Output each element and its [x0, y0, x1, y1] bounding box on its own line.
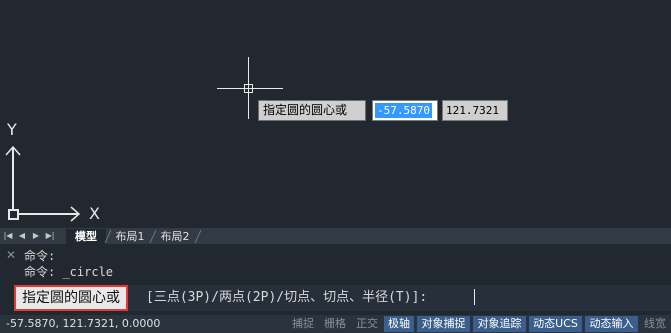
tab-separator-icon	[149, 230, 157, 243]
tab-layout1[interactable]: 布局1	[112, 229, 148, 244]
grid-toggle[interactable]: 栅格	[321, 316, 349, 332]
polar-toggle[interactable]: 极轴	[384, 316, 414, 332]
tab-model[interactable]: 模型	[66, 229, 106, 244]
dynamic-input-x-value: -57.5870	[375, 103, 432, 118]
text-cursor	[474, 289, 475, 305]
ortho-toggle[interactable]: 正交	[353, 316, 381, 332]
ucs-y-label: Y	[7, 120, 17, 139]
ucs-x-axis	[18, 213, 78, 215]
drawing-canvas[interactable]: 指定圆的圆心或 -57.5870 121.7321 Y X	[0, 0, 671, 228]
dynamic-input-toggle[interactable]: 动态输入	[585, 316, 638, 332]
command-history-line: 命令:	[24, 249, 56, 263]
dynamic-input-y-field[interactable]: 121.7321	[442, 100, 508, 121]
crosshair-pickbox	[244, 84, 253, 93]
tab-layout2[interactable]: 布局2	[157, 229, 193, 244]
ucs-y-arrow-icon	[5, 146, 21, 156]
lineweight-toggle[interactable]: 线宽	[641, 316, 669, 332]
otrack-toggle[interactable]: 对象追踪	[473, 316, 526, 332]
ucs-x-arrow-icon	[70, 206, 80, 222]
next-layout-icon[interactable]: ▶	[31, 230, 41, 242]
osnap-toggle[interactable]: 对象捕捉	[417, 316, 470, 332]
close-icon[interactable]: ✕	[6, 248, 16, 262]
command-input[interactable]: 指定圆的圆心或 [三点(3P)/两点(2P)/切点、切点、半径(T)]:	[14, 285, 671, 311]
command-prompt-highlight: 指定圆的圆心或	[14, 285, 128, 311]
prev-layout-icon[interactable]: ◀	[17, 230, 27, 242]
last-layout-icon[interactable]: ▶|	[45, 230, 55, 242]
ucs-y-axis	[12, 148, 14, 210]
tab-separator-icon	[104, 230, 112, 243]
first-layout-icon[interactable]: |◀	[3, 230, 13, 242]
dynamic-input-prompt: 指定圆的圆心或	[258, 100, 366, 121]
ducs-toggle[interactable]: 动态UCS	[529, 316, 582, 332]
command-history-line: 命令: _circle	[24, 265, 114, 279]
coordinate-readout: -57.5870, 121.7321, 0.0000	[6, 317, 161, 330]
tab-separator-icon	[194, 230, 202, 243]
snap-toggle[interactable]: 捕捉	[289, 316, 317, 332]
ucs-x-label: X	[89, 204, 100, 223]
command-prompt-options: [三点(3P)/两点(2P)/切点、切点、半径(T)]:	[146, 290, 428, 305]
layout-tab-bar: |◀ ◀ ▶ ▶| 模型 布局1 布局2	[0, 228, 671, 244]
status-bar: -57.5870, 121.7321, 0.0000 捕捉 栅格 正交 极轴 对…	[0, 315, 671, 333]
command-window: ✕ 命令: 命令: _circle 指定圆的圆心或 [三点(3P)/两点(2P)…	[0, 244, 671, 315]
dynamic-input-x-field[interactable]: -57.5870	[372, 100, 438, 121]
